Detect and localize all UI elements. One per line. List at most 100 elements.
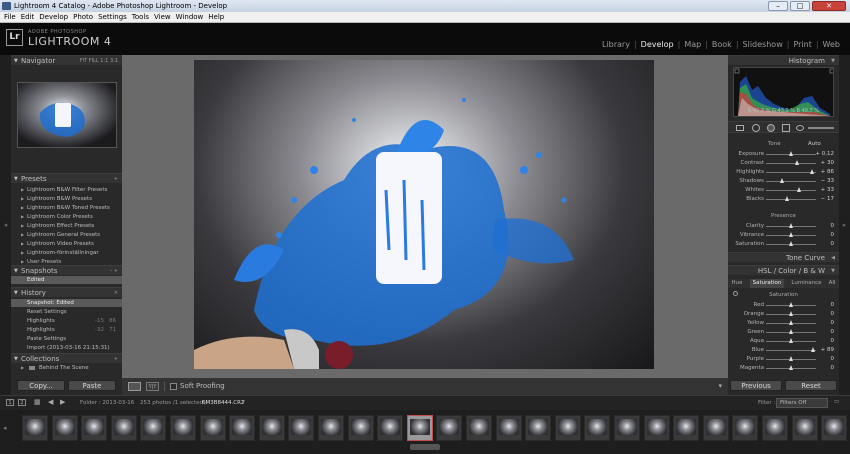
- slider-thumb[interactable]: [810, 347, 815, 352]
- navigator-header[interactable]: ▼ Navigator FIT FILL 1:1 3:1: [11, 55, 122, 65]
- slider-blacks[interactable]: Blacks − 17: [728, 195, 839, 203]
- forward-arrow-icon[interactable]: ▶: [60, 398, 65, 406]
- soft-proofing-checkbox[interactable]: [170, 383, 177, 390]
- filmstrip-thumbnail[interactable]: [791, 415, 818, 441]
- hsl-tab-luminance[interactable]: Luminance: [791, 279, 821, 288]
- filmstrip-thumbnail[interactable]: [347, 415, 374, 441]
- histogram-header[interactable]: Histogram ▼: [728, 55, 839, 65]
- preset-folder[interactable]: ▶ Lightroom B&W Presets: [11, 195, 122, 203]
- filmstrip-thumbnail[interactable]: [199, 415, 226, 441]
- filmstrip-thumbnail[interactable]: [170, 415, 196, 441]
- toolbar-menu-icon[interactable]: ▾: [718, 382, 722, 390]
- history-item[interactable]: Import (2013-03-16 21:15:31): [11, 344, 122, 352]
- filmstrip-thumbnail[interactable]: [466, 415, 492, 441]
- slider-track[interactable]: [766, 190, 816, 191]
- filter-select[interactable]: Filters Off: [776, 398, 828, 408]
- clear-history-button[interactable]: ×: [114, 288, 118, 298]
- slider-thumb[interactable]: [810, 169, 814, 174]
- slider-track[interactable]: [766, 172, 816, 173]
- page-1-icon[interactable]: 1: [6, 399, 14, 406]
- preset-folder[interactable]: ▶ Lightroom B&W Toned Presets: [11, 204, 122, 212]
- slider-saturation[interactable]: Saturation 0: [728, 240, 839, 248]
- spot-removal-icon[interactable]: [752, 124, 760, 132]
- snapshots-header[interactable]: ▼ Snapshots – +: [11, 265, 122, 275]
- filmstrip-thumbnail[interactable]: [673, 415, 700, 441]
- maximize-button[interactable]: □: [790, 1, 810, 11]
- preset-folder[interactable]: ▶ Lightroom Color Presets: [11, 213, 122, 221]
- filmstrip[interactable]: ◂ ▸: [0, 410, 850, 454]
- slider-contrast[interactable]: Contrast + 30: [728, 159, 839, 167]
- red-eye-icon[interactable]: [767, 124, 775, 132]
- slider-purple[interactable]: Purple 0: [728, 355, 839, 363]
- hsl-tab-hue[interactable]: Hue: [732, 279, 743, 288]
- filter-lock-icon[interactable]: ▭: [834, 399, 839, 405]
- before-after-icon[interactable]: Y|Y: [146, 382, 159, 391]
- menu-settings[interactable]: Settings: [98, 12, 127, 22]
- back-arrow-icon[interactable]: ◀: [48, 398, 53, 406]
- menu-photo[interactable]: Photo: [73, 12, 93, 22]
- zoom-options[interactable]: FIT FILL 1:1 3:1: [80, 56, 118, 66]
- slider-red[interactable]: Red 0: [728, 301, 839, 309]
- hsl-tab-all[interactable]: All: [829, 279, 836, 288]
- filmstrip-thumbnail[interactable]: [81, 415, 108, 441]
- paste-button[interactable]: Paste: [68, 380, 116, 391]
- filmstrip-thumbnail[interactable]: [258, 415, 285, 441]
- filmstrip-thumbnail[interactable]: [762, 415, 788, 441]
- module-slideshow[interactable]: Slideshow: [739, 40, 787, 49]
- slider-blue[interactable]: Blue + 89: [728, 346, 839, 354]
- slider-thumb[interactable]: [789, 151, 793, 156]
- page-2-icon[interactable]: 2: [18, 399, 26, 406]
- filmstrip-thumbnail[interactable]: [702, 415, 729, 441]
- filmstrip-scrollbar[interactable]: [410, 444, 440, 450]
- main-photo[interactable]: [194, 60, 654, 369]
- file-menu-icon[interactable]: ▾: [242, 399, 245, 405]
- minimize-button[interactable]: –: [768, 1, 788, 11]
- history-item[interactable]: Highlights -15 86: [11, 317, 122, 325]
- slider-track[interactable]: [766, 350, 816, 351]
- menu-file[interactable]: File: [4, 12, 16, 22]
- slider-magenta[interactable]: Magenta 0: [728, 364, 839, 372]
- filmstrip-thumbnail[interactable]: [229, 415, 256, 441]
- slider-thumb[interactable]: [788, 338, 793, 343]
- previous-button[interactable]: Previous: [730, 380, 782, 391]
- filmstrip-thumbnail[interactable]: [318, 415, 344, 441]
- right-panel-toggle[interactable]: ▸: [839, 55, 850, 395]
- loupe-view-icon[interactable]: [128, 382, 141, 391]
- filmstrip-thumbnail[interactable]: [377, 415, 404, 441]
- preset-folder[interactable]: ▶ Lightroom B&W Filter Presets: [11, 186, 122, 194]
- menu-edit[interactable]: Edit: [21, 12, 35, 22]
- collection-item[interactable]: ▶ Behind The Scene: [11, 364, 122, 372]
- slider-vibrance[interactable]: Vibrance 0: [728, 231, 839, 239]
- snapshot-controls[interactable]: – +: [110, 266, 118, 276]
- adjustment-brush-icon[interactable]: [808, 127, 834, 129]
- history-item[interactable]: Snapshot: Edited: [11, 299, 122, 307]
- crop-overlay-icon[interactable]: [736, 125, 744, 131]
- snapshot-item[interactable]: Edited: [11, 276, 122, 284]
- filmstrip-thumbnail[interactable]: [288, 415, 315, 441]
- slider-highlights[interactable]: Highlights + 86: [728, 168, 839, 176]
- history-item[interactable]: Paste Settings: [11, 335, 122, 343]
- filmstrip-thumbnail[interactable]: [495, 415, 522, 441]
- module-book[interactable]: Book: [708, 40, 736, 49]
- filmstrip-thumbnail[interactable]: [406, 415, 433, 441]
- radial-filter-icon[interactable]: [796, 125, 804, 131]
- filmstrip-thumbnail[interactable]: [436, 415, 463, 441]
- tone-curve-header[interactable]: Tone Curve ◀: [728, 252, 839, 262]
- slider-thumb[interactable]: [788, 365, 793, 370]
- left-panel-toggle[interactable]: ◂: [0, 55, 11, 395]
- module-develop[interactable]: Develop: [637, 40, 678, 49]
- copy-button[interactable]: Copy...: [17, 380, 65, 391]
- hsl-tab-saturation[interactable]: Saturation: [749, 279, 785, 288]
- close-button[interactable]: ✕: [812, 1, 846, 11]
- add-collection-button[interactable]: +: [114, 354, 118, 364]
- filmstrip-thumbnail[interactable]: [22, 415, 48, 441]
- history-item[interactable]: Highlights -32 71: [11, 326, 122, 334]
- filmstrip-thumbnail[interactable]: [643, 415, 670, 441]
- filmstrip-thumbnail[interactable]: [554, 415, 581, 441]
- module-web[interactable]: Web: [819, 40, 844, 49]
- filmstrip-thumbnail[interactable]: [140, 415, 167, 441]
- filmstrip-thumbnail[interactable]: [525, 415, 552, 441]
- filmstrip-thumbnail[interactable]: [51, 415, 78, 441]
- slider-track[interactable]: [766, 181, 816, 182]
- slider-track[interactable]: [766, 163, 816, 164]
